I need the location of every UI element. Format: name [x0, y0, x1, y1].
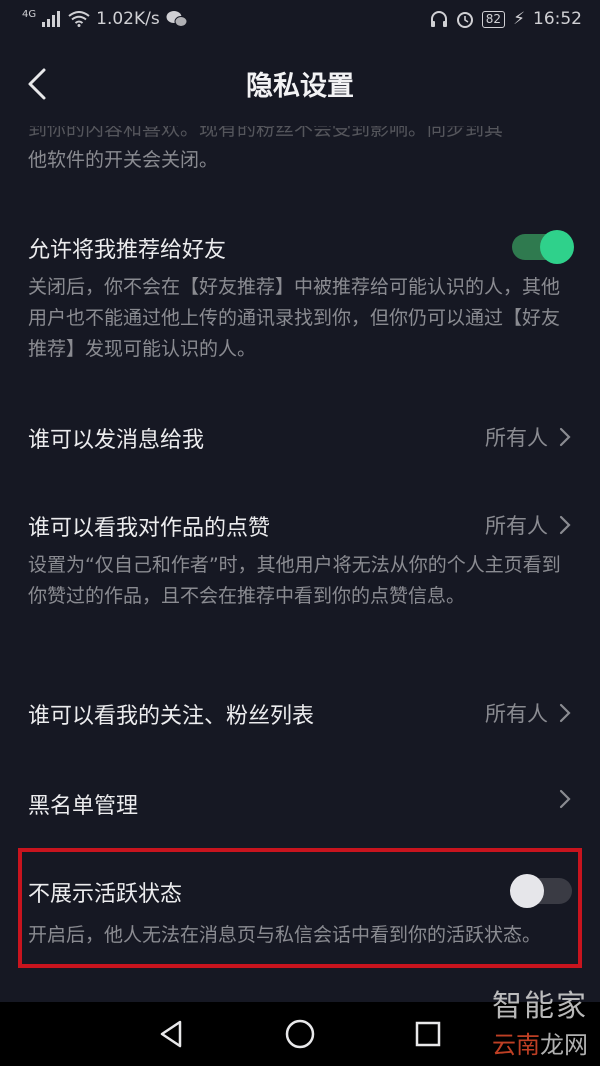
setting-value: 所有人 — [485, 514, 548, 538]
status-left: 4G 1.02K/s — [22, 9, 188, 29]
watermark-line-1: 智能家 — [492, 989, 588, 1024]
chevron-right-icon — [559, 703, 571, 723]
header: 隐私设置 — [0, 40, 600, 126]
chevron-right-icon — [559, 515, 571, 535]
wifi-icon — [68, 11, 90, 27]
setting-value-area — [558, 788, 572, 810]
setting-who-can-see-likes[interactable]: 谁可以看我对作品的点赞 所有人 设置为“仅自己和作者”时，其他用户将无法从你的个… — [28, 510, 572, 612]
clipped-description: 到你的内容和喜欢。现有的粉丝不会受到影响。同步到其 他软件的开关会关闭。 — [28, 126, 572, 176]
clipped-line: 到你的内容和喜欢。现有的粉丝不会受到影响。同步到其 — [28, 126, 504, 140]
status-bar: 4G 1.02K/s 82 ⚡ 16:52 — [0, 0, 600, 40]
setting-recommend-to-friends[interactable]: 允许将我推荐给好友 关闭后，你不会在【好友推荐】中被推荐给可能认识的人，其他用户… — [28, 230, 574, 365]
triangle-back-icon — [160, 1020, 182, 1048]
setting-who-can-see-follow-list[interactable]: 谁可以看我的关注、粉丝列表 所有人 — [28, 698, 572, 734]
highlight-frame — [18, 848, 582, 968]
wechat-icon — [166, 11, 188, 27]
signal-icon — [42, 11, 61, 27]
network-speed: 1.02K/s — [96, 9, 160, 29]
setting-label: 黑名单管理 — [28, 794, 139, 819]
setting-description: 关闭后，你不会在【好友推荐】中被推荐给可能认识的人，其他用户也不能通过他上传的通… — [28, 276, 561, 360]
charging-icon: ⚡ — [513, 9, 525, 29]
setting-value: 所有人 — [485, 702, 548, 726]
headphones-icon — [430, 11, 447, 27]
nav-home-button[interactable] — [284, 1018, 316, 1050]
setting-value: 所有人 — [485, 426, 548, 450]
setting-blacklist[interactable]: 黑名单管理 — [28, 788, 572, 824]
setting-label: 允许将我推荐给好友 — [28, 238, 227, 263]
chevron-right-icon — [559, 427, 571, 447]
setting-who-can-message[interactable]: 谁可以发消息给我 所有人 — [28, 422, 572, 458]
watermark-line-2: 云南龙网 — [492, 1031, 588, 1059]
toggle-knob — [540, 230, 574, 264]
setting-value-area: 所有人 — [485, 510, 572, 540]
setting-value-area: 所有人 — [485, 422, 572, 452]
settings-list[interactable]: 到你的内容和喜欢。现有的粉丝不会受到影响。同步到其 他软件的开关会关闭。 允许将… — [0, 126, 600, 1002]
nav-back-button[interactable] — [156, 1018, 188, 1050]
status-right: 82 ⚡ 16:52 — [430, 9, 582, 29]
setting-value-area: 所有人 — [485, 698, 572, 728]
clipped-line-2: 他软件的开关会关闭。 — [28, 149, 219, 171]
clock: 16:52 — [533, 9, 582, 29]
circle-home-icon — [285, 1019, 315, 1049]
network-type: 4G — [22, 8, 37, 20]
page-title: 隐私设置 — [246, 71, 354, 102]
nav-recents-button[interactable] — [412, 1018, 444, 1050]
battery-indicator: 82 — [481, 10, 506, 28]
square-recents-icon — [415, 1021, 441, 1047]
alarm-icon — [456, 12, 473, 28]
chevron-right-icon — [559, 789, 571, 809]
system-nav-bar: 智能家 云南龙网 — [0, 989, 600, 1066]
setting-description: 设置为“仅自己和作者”时，其他用户将无法从你的个人主页看到你赞过的作品，且不会在… — [28, 554, 561, 607]
watermark: 智能家 云南龙网 — [492, 981, 588, 1060]
recommend-toggle[interactable] — [512, 230, 574, 264]
